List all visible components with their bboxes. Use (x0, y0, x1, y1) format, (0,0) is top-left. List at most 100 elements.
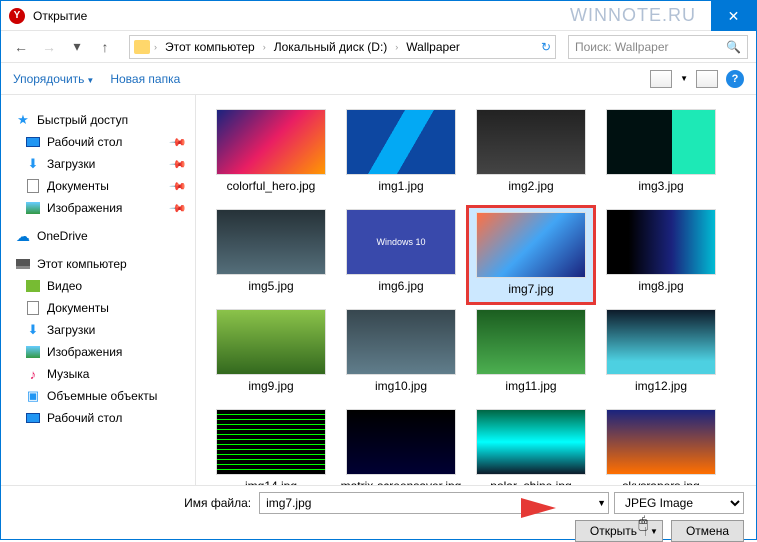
navbar: ← → ▾ ↑ › Этот компьютер › Локальный дис… (1, 31, 756, 63)
thumbnail-image: Windows 10 (346, 209, 456, 275)
thumbnail-image (606, 309, 716, 375)
thumbnail-image (346, 109, 456, 175)
sidebar-video[interactable]: Видео (1, 275, 195, 297)
search-input[interactable]: Поиск: Wallpaper 🔍 (568, 35, 748, 59)
sidebar-documents[interactable]: Документы📌 (1, 175, 195, 197)
breadcrumb[interactable]: Этот компьютер (161, 40, 259, 54)
pin-icon: 📌 (169, 133, 188, 152)
file-label: img10.jpg (375, 379, 427, 393)
file-label: img3.jpg (638, 179, 683, 193)
preview-pane-button[interactable] (696, 70, 718, 88)
sidebar-3d-objects[interactable]: ▣Объемные объекты (1, 385, 195, 407)
organize-menu[interactable]: Упорядочить▼ (13, 72, 94, 86)
sidebar-desktop2[interactable]: Рабочий стол (1, 407, 195, 429)
view-controls: ▼ ? (650, 70, 744, 88)
sidebar-downloads[interactable]: ⬇Загрузки📌 (1, 153, 195, 175)
sidebar-quick-access[interactable]: ★Быстрый доступ (1, 109, 195, 131)
filetype-select[interactable]: JPEG Image (614, 492, 744, 514)
pin-icon: 📌 (169, 177, 188, 196)
titlebar: Y Открытие WINNOTE.RU ✕ (1, 1, 756, 31)
thumbnail-image (216, 409, 326, 475)
file-thumb[interactable]: img8.jpg (596, 205, 726, 305)
app-icon: Y (9, 8, 25, 24)
sidebar-pictures2[interactable]: Изображения (1, 341, 195, 363)
file-label: img11.jpg (505, 379, 556, 393)
file-label: img2.jpg (508, 179, 553, 193)
file-thumb[interactable]: img12.jpg (596, 305, 726, 405)
thumbnail-image (346, 409, 456, 475)
thumbnail-image (476, 409, 586, 475)
thumbnail-image (476, 212, 586, 278)
file-label: img9.jpg (248, 379, 293, 393)
watermark: WINNOTE.RU (570, 5, 696, 26)
file-thumb[interactable]: colorful_hero.jpg (206, 105, 336, 205)
view-mode-button[interactable] (650, 70, 672, 88)
file-label: img12.jpg (635, 379, 687, 393)
open-button[interactable]: Открыть▼ (575, 520, 663, 542)
folder-icon (134, 40, 150, 54)
file-thumb[interactable]: polar_shine.jpg (466, 405, 596, 485)
sidebar-this-pc[interactable]: Этот компьютер (1, 253, 195, 275)
sidebar-music[interactable]: ♪Музыка (1, 363, 195, 385)
thumbnail-image (606, 409, 716, 475)
file-label: img1.jpg (378, 179, 423, 193)
refresh-button[interactable]: ↻ (541, 40, 551, 54)
file-thumb[interactable]: img9.jpg (206, 305, 336, 405)
file-thumb[interactable]: img10.jpg (336, 305, 466, 405)
footer: Имя файла: ▼ JPEG Image Открыть▼ Отмена … (1, 485, 756, 541)
file-thumb[interactable]: img7.jpg (466, 205, 596, 305)
pin-icon: 📌 (169, 199, 188, 218)
thumbnail-image (606, 109, 716, 175)
file-label: colorful_hero.jpg (227, 179, 316, 193)
cancel-button[interactable]: Отмена (671, 520, 744, 542)
file-thumb[interactable]: img5.jpg (206, 205, 336, 305)
file-thumb[interactable]: img3.jpg (596, 105, 726, 205)
filename-label: Имя файла: (51, 496, 251, 510)
forward-button[interactable]: → (37, 35, 61, 59)
new-folder-button[interactable]: Новая папка (110, 72, 180, 86)
close-button[interactable]: ✕ (711, 1, 756, 31)
file-label: img5.jpg (248, 279, 293, 293)
file-grid: colorful_hero.jpg img1.jpg img2.jpg img3.jp… (196, 95, 756, 485)
file-label: img8.jpg (638, 279, 683, 293)
back-button[interactable]: ← (9, 35, 33, 59)
thumbnail-image (216, 209, 326, 275)
file-thumb[interactable]: img1.jpg (336, 105, 466, 205)
thumbnail-image (476, 309, 586, 375)
thumbnail-image (476, 109, 586, 175)
file-thumb[interactable]: img2.jpg (466, 105, 596, 205)
window-title: Открытие (33, 9, 87, 23)
file-thumb[interactable]: Windows 10 img6.jpg (336, 205, 466, 305)
sidebar-onedrive[interactable]: ☁OneDrive (1, 225, 195, 247)
file-thumb[interactable]: matrix-screensaver.jpg (336, 405, 466, 485)
sidebar-documents2[interactable]: Документы (1, 297, 195, 319)
chevron-right-icon: › (154, 42, 157, 52)
search-placeholder: Поиск: Wallpaper (575, 40, 669, 54)
thumbnail-image (606, 209, 716, 275)
sidebar: ★Быстрый доступ Рабочий стол📌 ⬇Загрузки📌… (1, 95, 196, 485)
thumbnail-image (216, 309, 326, 375)
chevron-down-icon[interactable]: ▼ (597, 498, 606, 508)
up-button[interactable]: ↑ (93, 39, 117, 55)
sidebar-downloads2[interactable]: ⬇Загрузки (1, 319, 195, 341)
address-bar[interactable]: › Этот компьютер › Локальный диск (D:) ›… (129, 35, 556, 59)
sidebar-desktop[interactable]: Рабочий стол📌 (1, 131, 195, 153)
file-label: img7.jpg (508, 282, 553, 296)
history-dropdown[interactable]: ▾ (65, 35, 89, 59)
file-label: img6.jpg (378, 279, 423, 293)
pin-icon: 📌 (169, 155, 188, 174)
cursor-icon: 🖱 (638, 515, 648, 533)
chevron-right-icon: › (395, 42, 398, 52)
thumbnail-image (346, 309, 456, 375)
file-thumb[interactable]: skysrapers.jpg (596, 405, 726, 485)
annotation-arrow (381, 492, 561, 527)
sidebar-pictures[interactable]: Изображения📌 (1, 197, 195, 219)
breadcrumb[interactable]: Wallpaper (402, 40, 464, 54)
file-thumb[interactable]: img11.jpg (466, 305, 596, 405)
help-button[interactable]: ? (726, 70, 744, 88)
file-thumb[interactable]: img14.jpg (206, 405, 336, 485)
search-icon[interactable]: 🔍 (726, 40, 741, 54)
breadcrumb[interactable]: Локальный диск (D:) (270, 40, 392, 54)
toolbar: Упорядочить▼ Новая папка ▼ ? (1, 63, 756, 95)
chevron-down-icon[interactable]: ▼ (680, 74, 688, 83)
